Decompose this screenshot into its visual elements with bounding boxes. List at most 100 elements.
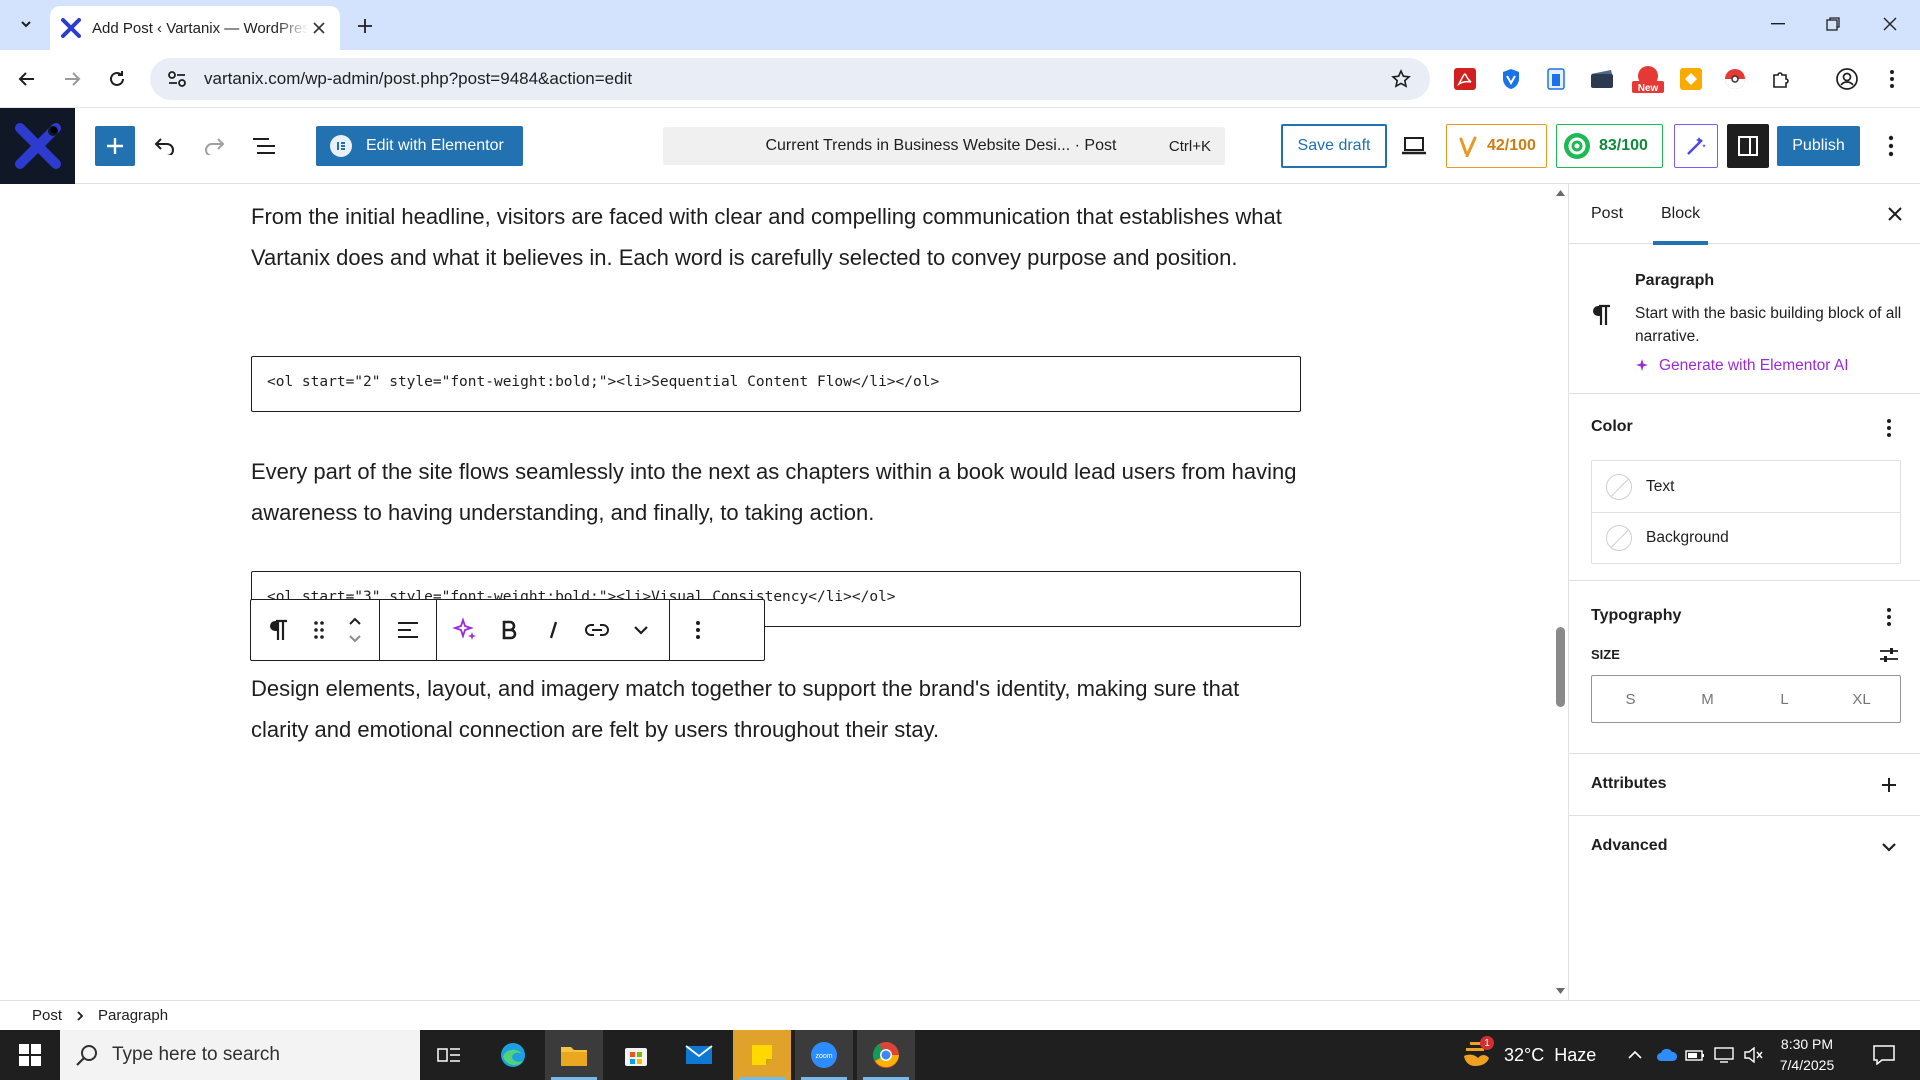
drag-handle-icon[interactable] bbox=[301, 606, 337, 654]
clapper-extension-icon[interactable] bbox=[1587, 64, 1617, 94]
tab-search-chevron-icon[interactable] bbox=[12, 10, 40, 38]
paragraph-block[interactable]: From the initial headline, visitors are … bbox=[251, 196, 1301, 278]
network-icon[interactable] bbox=[1709, 1030, 1739, 1080]
volume-muted-icon[interactable] bbox=[1738, 1030, 1768, 1080]
italic-icon[interactable] bbox=[531, 606, 575, 654]
weather-alert-badge: 1 bbox=[1480, 1036, 1494, 1050]
color-background-item[interactable]: Background bbox=[1592, 512, 1900, 563]
microsoft-store-icon[interactable] bbox=[607, 1030, 665, 1080]
browser-tab-active[interactable]: Add Post ‹ Vartanix — WordPress bbox=[50, 6, 340, 50]
canvas-scrollbar-thumb[interactable] bbox=[1556, 627, 1565, 707]
breadcrumb-post[interactable]: Post bbox=[32, 1007, 62, 1024]
shield-extension-icon[interactable] bbox=[1496, 64, 1526, 94]
new-tab-plus-icon[interactable] bbox=[352, 13, 378, 39]
breadcrumb-paragraph[interactable]: Paragraph bbox=[98, 1007, 168, 1024]
paragraph-block-selected[interactable]: Design elements, layout, and imagery mat… bbox=[251, 668, 1301, 750]
attributes-panel[interactable]: Attributes bbox=[1569, 754, 1920, 816]
undo-icon[interactable] bbox=[149, 130, 181, 162]
command-palette-bar[interactable]: Current Trends in Business Website Desi.… bbox=[663, 127, 1225, 165]
restore-icon[interactable] bbox=[1813, 8, 1853, 40]
bookmark-star-icon[interactable] bbox=[1386, 69, 1416, 89]
paragraph-block[interactable]: Every part of the site flows seamlessly … bbox=[251, 451, 1301, 533]
task-view-icon[interactable] bbox=[420, 1030, 478, 1080]
browser-menu-icon[interactable] bbox=[1877, 64, 1907, 94]
canvas-scrollbar[interactable] bbox=[1553, 184, 1568, 1000]
paragraph-transform-icon[interactable] bbox=[257, 606, 301, 654]
zoom-icon[interactable]: zoom bbox=[795, 1030, 853, 1080]
new-badge-extension-icon[interactable]: New bbox=[1630, 64, 1666, 94]
back-arrow-icon[interactable] bbox=[12, 64, 42, 94]
clock-time: 8:30 PM bbox=[1780, 1036, 1834, 1052]
document-title: Current Trends in Business Website Desi.… bbox=[765, 137, 1117, 154]
tab-close-icon[interactable] bbox=[308, 17, 330, 39]
acrobat-extension-icon[interactable] bbox=[1450, 64, 1480, 94]
window-close-icon[interactable] bbox=[1870, 8, 1910, 40]
ai-sparkle-icon[interactable] bbox=[443, 606, 487, 654]
file-explorer-icon[interactable] bbox=[545, 1030, 603, 1080]
weather-widget[interactable]: 1 32°C Haze bbox=[1462, 1030, 1596, 1080]
pokeball-extension-icon[interactable] bbox=[1720, 64, 1750, 94]
color-options-icon[interactable] bbox=[1875, 414, 1903, 442]
more-formats-chevron-icon[interactable] bbox=[619, 606, 663, 654]
profile-avatar-icon[interactable] bbox=[1832, 64, 1862, 94]
url-text[interactable]: vartanix.com/wp-admin/post.php?post=9484… bbox=[204, 69, 1386, 89]
link-icon[interactable] bbox=[575, 606, 619, 654]
yellow-extension-icon[interactable] bbox=[1676, 64, 1706, 94]
typography-options-icon[interactable] bbox=[1875, 603, 1903, 631]
site-settings-icon[interactable] bbox=[162, 70, 192, 88]
taskbar-search-box[interactable]: Type here to search bbox=[60, 1030, 420, 1080]
save-draft-button[interactable]: Save draft bbox=[1281, 124, 1387, 168]
sticky-notes-icon[interactable] bbox=[733, 1030, 791, 1080]
bold-icon[interactable] bbox=[487, 606, 531, 654]
document-overview-icon[interactable] bbox=[248, 130, 280, 162]
block-options-icon[interactable] bbox=[676, 606, 720, 654]
size-option-l[interactable]: L bbox=[1746, 676, 1823, 722]
close-sidebar-icon[interactable] bbox=[1881, 200, 1909, 228]
document-extension-icon[interactable] bbox=[1541, 64, 1571, 94]
minimize-icon[interactable] bbox=[1758, 8, 1798, 40]
custom-size-sliders-icon[interactable] bbox=[1875, 641, 1903, 669]
generate-with-ai-link[interactable]: Generate with Elementor AI bbox=[1635, 357, 1849, 375]
windows-start-icon[interactable] bbox=[0, 1030, 60, 1080]
color-panel: Color Text Background bbox=[1569, 394, 1920, 581]
color-text-label: Text bbox=[1646, 477, 1675, 495]
advanced-panel[interactable]: Advanced bbox=[1569, 816, 1920, 878]
onedrive-cloud-icon[interactable] bbox=[1652, 1030, 1682, 1080]
size-option-m[interactable]: M bbox=[1669, 676, 1746, 722]
custom-html-block[interactable]: <ol start="2" style="font-weight:bold;">… bbox=[251, 356, 1301, 412]
color-text-item[interactable]: Text bbox=[1592, 461, 1900, 512]
settings-sidebar-toggle-icon[interactable] bbox=[1727, 124, 1769, 168]
battery-icon[interactable] bbox=[1680, 1030, 1710, 1080]
tab-post[interactable]: Post bbox=[1591, 184, 1623, 244]
align-text-icon[interactable] bbox=[386, 606, 430, 654]
edge-browser-icon[interactable] bbox=[484, 1030, 542, 1080]
forward-arrow-icon[interactable] bbox=[57, 64, 87, 94]
size-option-s[interactable]: S bbox=[1592, 676, 1669, 722]
elementor-logo-icon bbox=[330, 135, 352, 157]
editor-options-icon[interactable] bbox=[1876, 130, 1906, 162]
seo-score-button[interactable]: 42/100 bbox=[1446, 124, 1547, 168]
extensions-puzzle-icon[interactable] bbox=[1766, 64, 1796, 94]
address-bar[interactable]: vartanix.com/wp-admin/post.php?post=9484… bbox=[150, 58, 1430, 100]
tab-block[interactable]: Block bbox=[1652, 184, 1709, 245]
block-inserter-button[interactable] bbox=[95, 126, 135, 166]
size-option-xl[interactable]: XL bbox=[1823, 676, 1900, 722]
chrome-icon[interactable] bbox=[857, 1030, 915, 1080]
readability-score-button[interactable]: 83/100 bbox=[1556, 124, 1663, 168]
redo-icon[interactable] bbox=[198, 130, 230, 162]
color-panel-title: Color bbox=[1591, 418, 1633, 435]
rankmath-logo-icon bbox=[1563, 132, 1591, 160]
mail-icon[interactable] bbox=[670, 1030, 728, 1080]
add-attribute-plus-icon[interactable] bbox=[1875, 771, 1903, 799]
edit-with-elementor-button[interactable]: Edit with Elementor bbox=[316, 126, 523, 166]
preview-laptop-icon[interactable] bbox=[1398, 130, 1430, 162]
site-logo-icon[interactable] bbox=[0, 108, 75, 184]
advanced-chevron-down-icon[interactable] bbox=[1875, 833, 1903, 861]
ai-pen-button[interactable] bbox=[1674, 124, 1718, 168]
reload-icon[interactable] bbox=[102, 64, 132, 94]
notifications-icon[interactable] bbox=[1864, 1030, 1904, 1080]
move-up-down-icon[interactable] bbox=[337, 606, 373, 654]
publish-button[interactable]: Publish bbox=[1777, 126, 1860, 166]
taskbar-clock[interactable]: 8:30 PM 7/4/2025 bbox=[1766, 1034, 1848, 1076]
tray-chevron-up-icon[interactable] bbox=[1620, 1030, 1650, 1080]
